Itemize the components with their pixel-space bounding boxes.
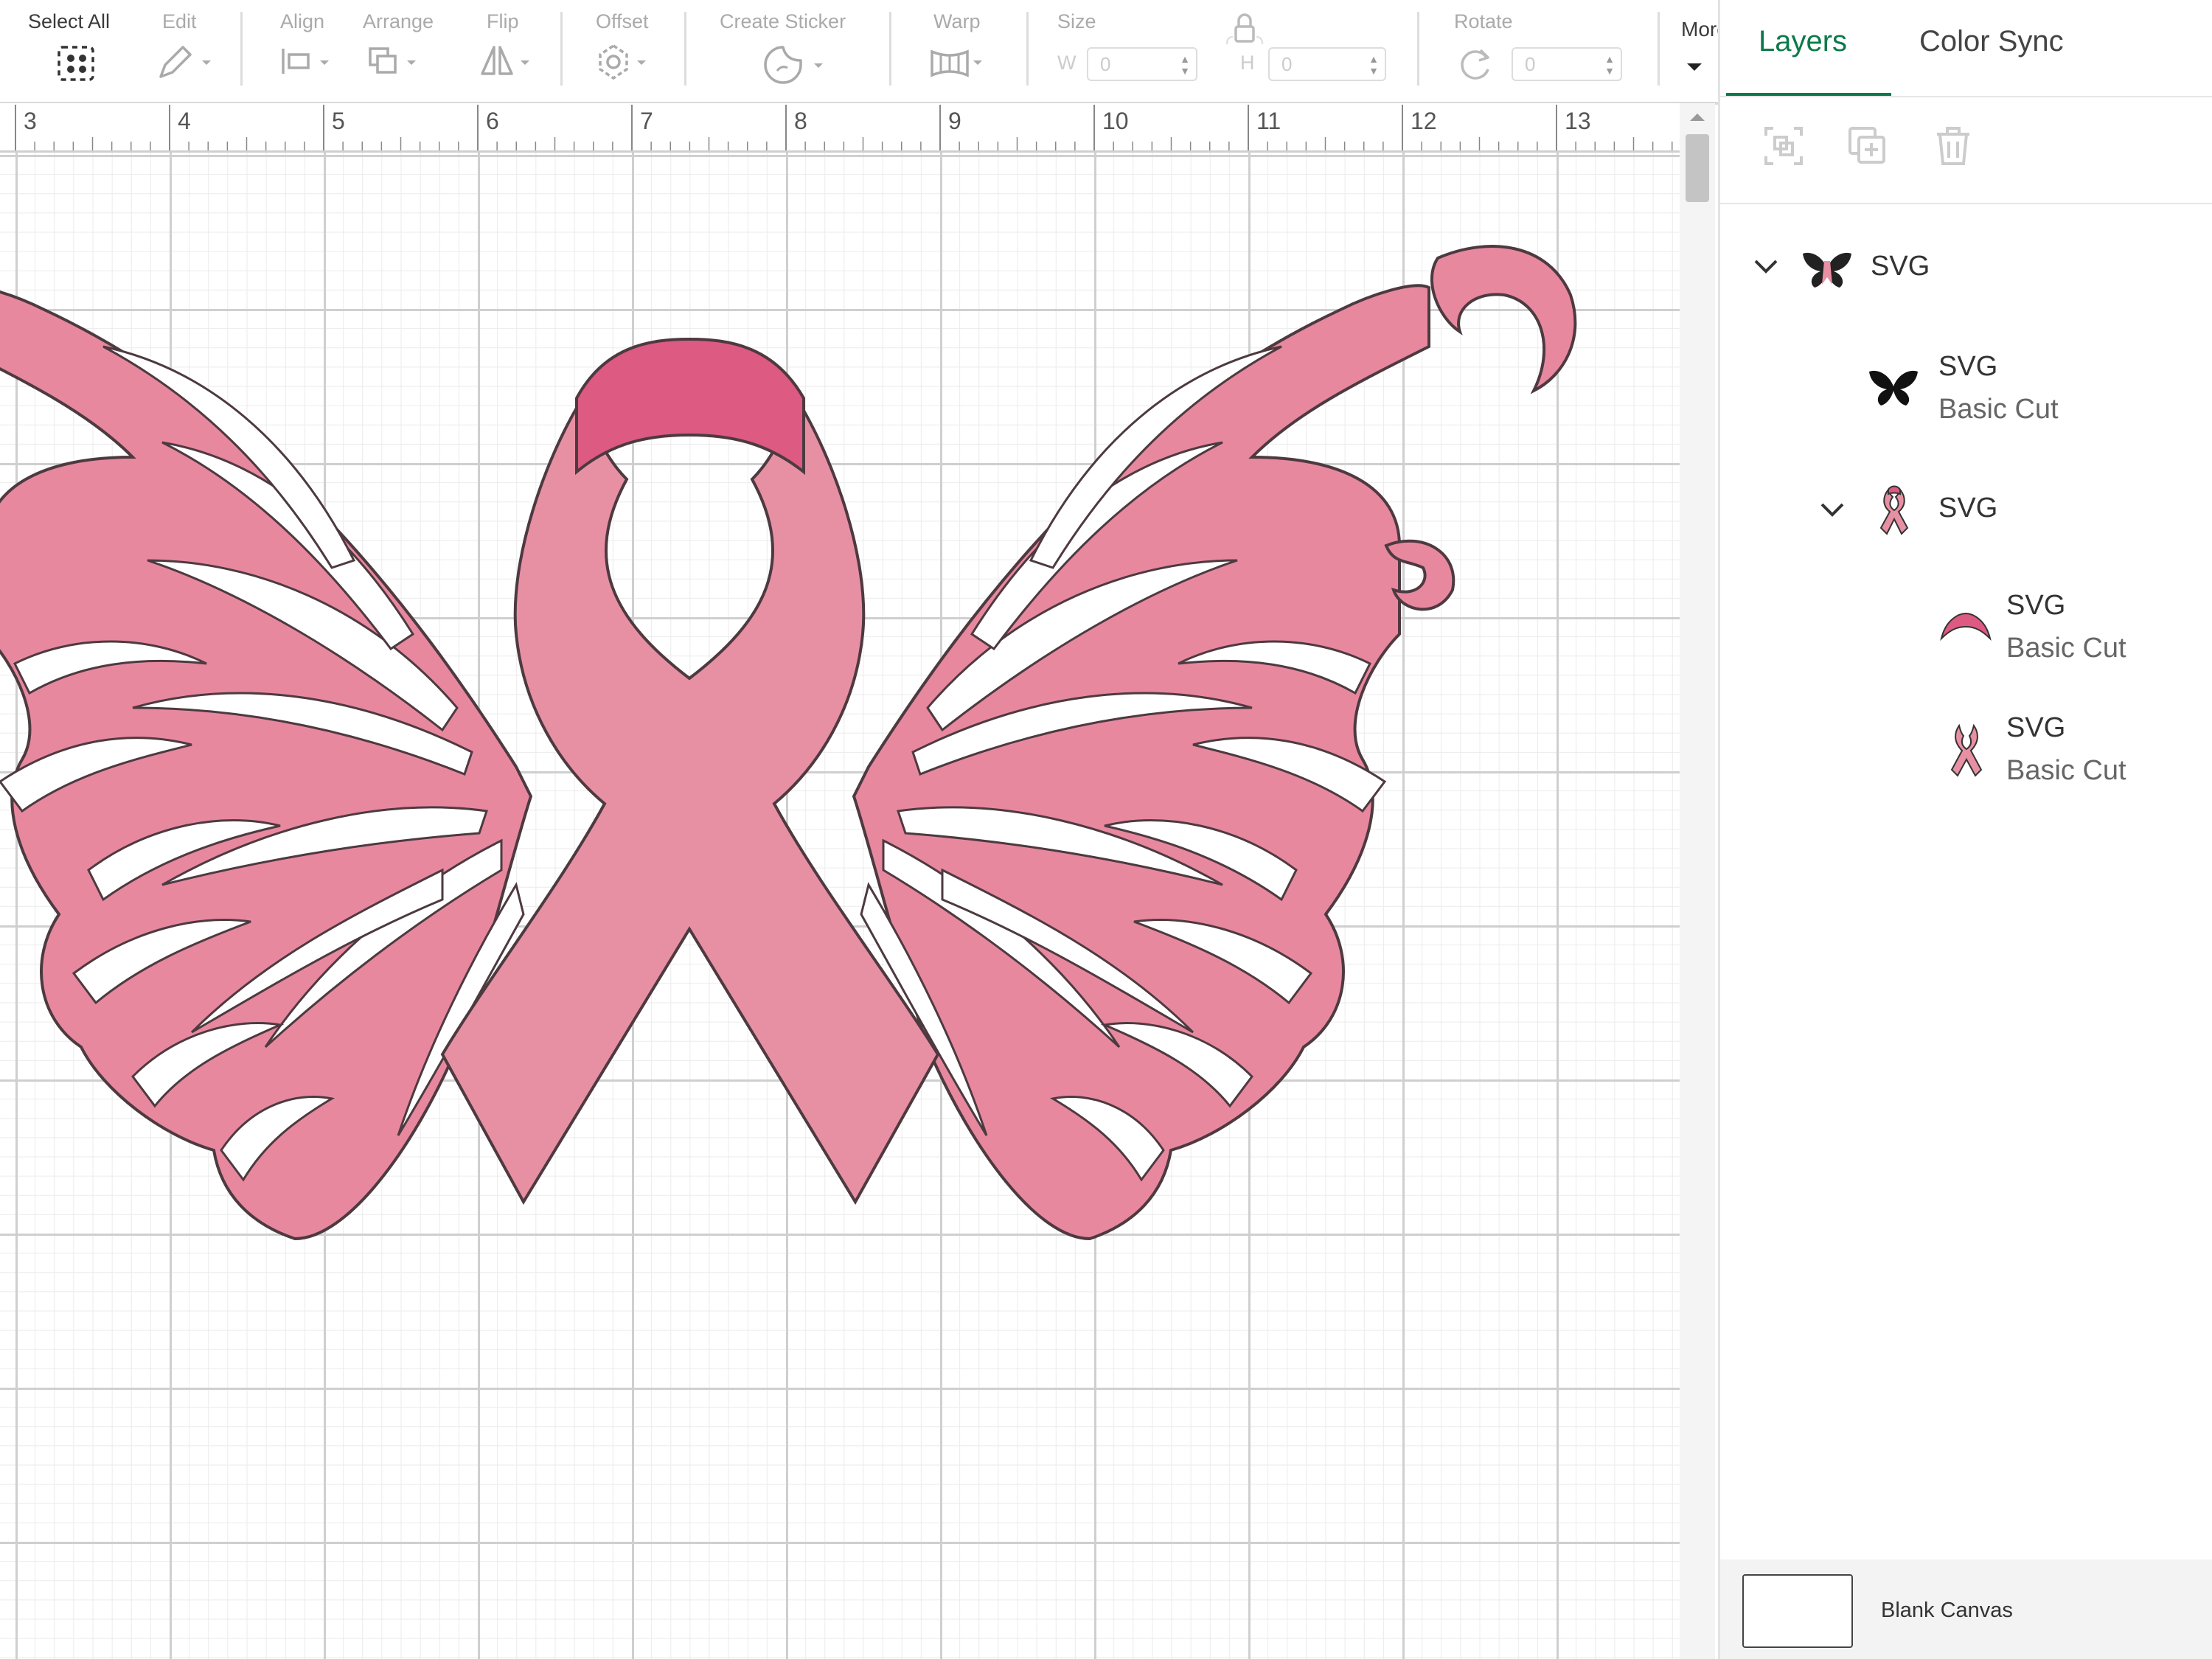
toolbar-divider — [560, 12, 563, 86]
toolbar-divider — [684, 12, 686, 86]
scrollbar-thumb[interactable] — [1686, 134, 1709, 202]
ruler-mark: 12 — [1411, 108, 1437, 134]
rotate-group: Rotate 0 ▲ ▼ — [1430, 0, 1630, 102]
align-left-icon[interactable] — [279, 43, 338, 84]
warp-group[interactable]: Warp — [907, 0, 1010, 102]
flip-group[interactable]: Flip — [472, 0, 560, 102]
ruler-mark: 9 — [948, 108, 961, 134]
ruler-mark: 8 — [794, 108, 807, 134]
toolbar-divider — [1417, 12, 1419, 86]
artwork — [0, 245, 1577, 1241]
width-input[interactable]: 0 ▲ ▼ — [1087, 47, 1197, 81]
create-sticker-group[interactable]: Create Sticker — [700, 0, 885, 102]
more-group[interactable]: More — [1666, 0, 1718, 102]
width-label: W — [1057, 52, 1077, 74]
size-label: Size — [1057, 10, 1096, 32]
sticker-icon[interactable] — [761, 43, 827, 90]
ruler-mark: 6 — [486, 108, 499, 134]
arrange-icon[interactable] — [366, 43, 425, 84]
panel-divider — [1720, 203, 2212, 204]
more-caret-icon[interactable] — [1686, 60, 1703, 72]
wing-curl — [1430, 245, 1577, 394]
offset-label: Offset — [596, 10, 649, 32]
rotate-icon[interactable] — [1454, 44, 1498, 86]
butterfly-group-icon — [1803, 252, 1851, 288]
flip-icon[interactable] — [476, 43, 535, 84]
rotate-value: 0 — [1525, 53, 1536, 75]
height-input[interactable]: 0 ▲ ▼ — [1268, 47, 1386, 81]
height-value: 0 — [1281, 53, 1293, 75]
left-wing — [0, 284, 532, 1241]
blank-canvas-label: Blank Canvas — [1881, 1599, 2013, 1622]
design-canvas[interactable] — [0, 153, 1680, 1659]
warp-icon[interactable] — [928, 43, 994, 84]
ruler-mark: 3 — [24, 108, 37, 134]
layer-operation: Basic Cut — [2006, 633, 2126, 664]
arrange-group[interactable]: Arrange — [361, 0, 472, 102]
right-wing — [852, 284, 1430, 1241]
trash-icon[interactable] — [1931, 124, 1975, 168]
arrange-label: Arrange — [363, 10, 434, 32]
layer-name: SVG — [1871, 251, 1930, 282]
width-value: 0 — [1100, 53, 1111, 75]
offset-icon[interactable] — [594, 43, 653, 84]
ruler-mark: 4 — [178, 108, 191, 134]
layer-name: SVG — [2006, 590, 2066, 621]
align-label: Align — [280, 10, 325, 32]
select-all-label: Select All — [28, 10, 111, 32]
layer-name: SVG — [1938, 493, 1998, 524]
flip-label: Flip — [487, 10, 519, 32]
blank-canvas-row[interactable]: Blank Canvas — [1720, 1559, 2212, 1659]
layer-name: SVG — [1938, 351, 1998, 382]
layer-operation: Basic Cut — [1938, 394, 2059, 425]
layer-name: SVG — [2006, 712, 2066, 743]
butterfly-wings-icon — [1869, 370, 1918, 406]
chevron-down-icon[interactable] — [1753, 258, 1779, 276]
toolbar-divider — [240, 12, 243, 86]
edit-group[interactable]: Edit — [147, 0, 236, 102]
horizontal-ruler: 3 4 5 6 7 8 9 10 11 12 13 — [0, 103, 1680, 153]
size-group: Size W 0 ▲ ▼ H 0 ▲ ▼ — [1040, 0, 1408, 102]
height-label: H — [1240, 52, 1255, 74]
select-all-group[interactable]: Select All — [0, 0, 147, 102]
chevron-down-icon[interactable] — [1819, 501, 1846, 519]
ribbon-group-icon — [1879, 485, 1909, 535]
height-stepper-icon[interactable]: ▲ ▼ — [1368, 53, 1379, 77]
warp-label: Warp — [933, 10, 981, 32]
ruler-mark: 10 — [1102, 108, 1129, 134]
top-toolbar: Select All Edit Align Arrange Flip Offse… — [0, 0, 1718, 105]
panel-divider — [1720, 96, 2212, 97]
ruler-mark: 11 — [1256, 108, 1281, 134]
toolbar-divider — [1026, 12, 1029, 86]
pencil-icon[interactable] — [156, 43, 215, 84]
edit-label: Edit — [162, 10, 197, 32]
blank-canvas-swatch[interactable] — [1742, 1574, 1853, 1648]
tab-layers[interactable]: Layers — [1759, 25, 1847, 58]
create-sticker-label: Create Sticker — [720, 10, 846, 32]
scroll-up-icon[interactable] — [1688, 111, 1706, 122]
ribbon-top-icon — [1940, 612, 1992, 641]
rotate-stepper-icon[interactable]: ▲ ▼ — [1604, 53, 1615, 77]
width-stepper-icon[interactable]: ▲ ▼ — [1180, 53, 1190, 77]
align-group[interactable]: Align — [265, 0, 361, 102]
offset-group[interactable]: Offset — [575, 0, 678, 102]
duplicate-icon[interactable] — [1846, 124, 1890, 168]
tab-color-sync[interactable]: Color Sync — [1919, 25, 2064, 58]
rotate-label: Rotate — [1454, 10, 1513, 32]
ribbon-top — [575, 337, 805, 476]
ruler-mark: 5 — [332, 108, 345, 134]
ruler-mark: 13 — [1565, 108, 1591, 134]
select-all-icon[interactable] — [55, 43, 99, 86]
layers-panel: Layers Color Sync SVG SVG Basic Cut SVG … — [1718, 0, 2212, 1659]
canvas-vertical-scrollbar[interactable] — [1680, 103, 1715, 1659]
rotate-input[interactable]: 0 ▲ ▼ — [1512, 47, 1622, 81]
more-label: More — [1681, 18, 1718, 41]
lock-icon[interactable] — [1224, 12, 1265, 47]
toolbar-divider — [1658, 12, 1660, 86]
ribbon-body-icon — [1950, 723, 1983, 777]
toolbar-divider — [889, 12, 891, 86]
group-icon[interactable] — [1761, 124, 1806, 168]
layer-operation: Basic Cut — [2006, 755, 2126, 786]
ruler-mark: 7 — [640, 108, 653, 134]
